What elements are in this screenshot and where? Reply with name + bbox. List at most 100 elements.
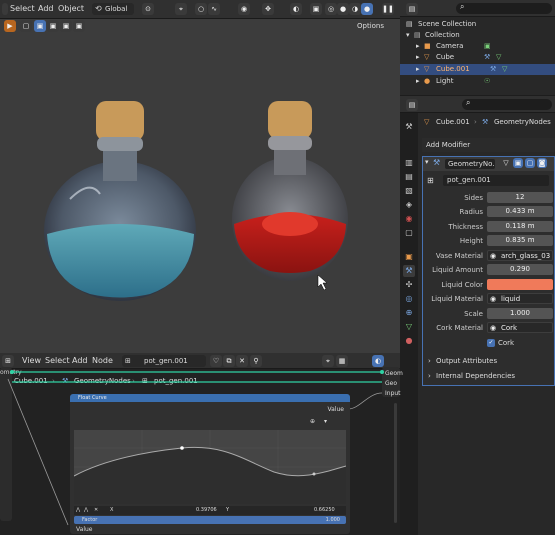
outliner-item-cube-001[interactable]: ▸ ▽ Cube.001 ⚒ ▽ [400, 64, 555, 75]
render-tab-icon[interactable]: ▥ [403, 157, 415, 169]
thickness-field[interactable]: 0.118 m [487, 221, 553, 232]
prop-row-liquid-color: Liquid Color [422, 279, 555, 291]
data-tab-icon[interactable]: ▽ [403, 321, 415, 333]
cork-checkbox[interactable]: ✓ [487, 339, 495, 347]
overlay-icon[interactable]: ◐ [290, 3, 302, 15]
delete-point-icon[interactable]: ✕ [94, 506, 98, 515]
shading-material-icon[interactable]: ◑ [349, 3, 361, 15]
physics-tab-icon[interactable]: ◎ [403, 293, 415, 305]
render-bottles [44, 101, 348, 301]
x-value[interactable]: 0.39706 [196, 506, 217, 515]
modifier-tab-icon[interactable]: ⚒ [403, 265, 415, 277]
sides-field[interactable]: 12 [487, 192, 553, 203]
edit-mode-toggle-icon[interactable]: ▽ [501, 158, 511, 168]
factor-slider[interactable]: Factor 1.000 [74, 516, 346, 524]
output-tab-icon[interactable]: ▤ [403, 171, 415, 183]
auto-handle-icon[interactable]: ⋀ [84, 506, 88, 515]
view-layer-tab-icon[interactable]: ▧ [403, 185, 415, 197]
vector-handle-icon[interactable]: ⋀ [76, 506, 80, 515]
gizmo-icon[interactable]: ✥ [262, 3, 274, 15]
cork-checkbox-row[interactable]: ✓ Cork [487, 337, 547, 349]
mesh-data-icon: ▽ [496, 53, 502, 61]
float-curve-header[interactable]: Float Curve [70, 394, 350, 402]
pivot-icon[interactable]: ⊙ [142, 3, 154, 15]
node-group-field[interactable]: pot_gen.001 [443, 175, 549, 186]
liquid-color-swatch[interactable] [487, 279, 553, 290]
float-curve-graph[interactable] [74, 430, 346, 504]
constraints-tab-icon[interactable]: ⊕ [403, 307, 415, 319]
cork-material-field[interactable]: ◉ Cork [487, 322, 553, 333]
curve-zoom-controls[interactable]: ⊕ ▾ [310, 418, 344, 426]
modifier-name-field[interactable]: GeometryNo... [445, 159, 495, 169]
right-bottle [232, 101, 348, 281]
properties-search-input[interactable]: ⌕ [462, 98, 552, 110]
properties-editor-type-icon[interactable]: ▤ [406, 99, 418, 111]
editor-type-icon[interactable] [2, 3, 8, 15]
menu-object[interactable]: Object [58, 4, 84, 13]
material-sphere-icon: ◉ [490, 324, 497, 332]
outliner-item-camera[interactable]: ▸ ■ Camera ▣ [400, 41, 555, 52]
shading-rendered-icon[interactable]: ● [361, 3, 373, 15]
3d-viewport[interactable]: ▶ ▢ ▣ ▣ ▣ ▣ Options [0, 19, 400, 353]
collapse-arrow-icon[interactable]: ▾ [425, 158, 429, 166]
radius-label: Radius [459, 208, 483, 216]
world-tab-icon[interactable]: ◉ [403, 213, 415, 225]
y-value[interactable]: 0.66250 [314, 506, 335, 515]
collection-tab-icon[interactable]: ▢ [403, 227, 415, 239]
outliner-item-light[interactable]: ▸ ● Light ☉ [400, 76, 555, 87]
transform-orientation-dropdown[interactable]: ⟲ Global [92, 3, 134, 15]
render-toggle-icon[interactable]: ◙ [537, 158, 547, 168]
liquid-material-label: Liquid Material [431, 295, 483, 303]
outliner-scene-collection[interactable]: ▤ Scene Collection [400, 19, 555, 30]
light-label: Light [436, 77, 454, 85]
scale-field[interactable]: 1.000 [487, 308, 553, 319]
menu-select[interactable]: Select [10, 4, 35, 13]
liquid-material-field[interactable]: ◉ liquid [487, 293, 553, 304]
node-editor[interactable]: ⊞ View Select Add Node ⊞ pot_gen.001 ♡ ⧉… [0, 353, 403, 535]
internal-dependencies-panel[interactable]: › Internal Dependencies [426, 370, 551, 382]
node-group-selector[interactable]: ⊞ pot_gen.001 [427, 175, 553, 187]
left-bottle [44, 101, 196, 301]
outliner-item-cube[interactable]: ▸ ▽ Cube ⚒ ▽ [400, 52, 555, 63]
pause-icon[interactable]: ❚❚ [382, 3, 394, 15]
cork-checkbox-label: Cork [498, 339, 515, 347]
radius-field[interactable]: 0.433 m [487, 206, 553, 217]
modifier-wrench-icon: ⚒ [490, 65, 497, 73]
vase-material-label: Vase Material [435, 252, 483, 260]
shading-solid-icon[interactable]: ● [337, 3, 349, 15]
float-curve-node[interactable]: Float Curve Value ⊕ ▾ ⋀ ⋀ ✕ X 0.39706 Y … [70, 394, 350, 534]
add-modifier-button[interactable]: Add Modifier [422, 138, 555, 152]
visibility-icon[interactable]: ◉ [238, 3, 250, 15]
vase-material-field[interactable]: ◉ arch_glass_03 [487, 250, 553, 261]
material-tab-icon[interactable]: ● [403, 335, 415, 347]
outliner-search-input[interactable]: ⌕ [456, 2, 552, 14]
proportional-edit-icon[interactable]: ○ [195, 3, 207, 15]
falloff-icon[interactable]: ∿ [208, 3, 220, 15]
modifier-name-text: GeometryNo... [448, 160, 495, 168]
menu-add[interactable]: Add [38, 4, 54, 13]
shading-wire-icon[interactable]: ◎ [325, 3, 337, 15]
outliner: ▤ ⌕ ▤ Scene Collection ▾ ▤ Collection ▸ … [400, 0, 555, 95]
prop-row-vase-material: Vase Material ◉ arch_glass_03 [422, 250, 555, 262]
modifier-wrench-icon: ⚒ [484, 53, 491, 61]
viewport-toggle-icon[interactable]: ▢ [525, 158, 535, 168]
x-label: X [110, 507, 114, 513]
snap-icon[interactable]: ⌖ [175, 3, 187, 15]
liquid-amount-field[interactable]: 0.290 [487, 264, 553, 275]
particles-tab-icon[interactable]: ✣ [403, 279, 415, 291]
chevron-down-icon[interactable]: ▾ [324, 418, 327, 425]
geometry-nodes-icon: ⚒ [482, 118, 489, 126]
node-editor-scrollbar[interactable] [394, 403, 397, 523]
liquid-amount-label: Liquid Amount [432, 266, 483, 274]
xray-icon[interactable]: ▣ [310, 3, 322, 15]
scene-tab-icon[interactable]: ◈ [403, 199, 415, 211]
zoom-icon[interactable]: ⊕ [310, 418, 315, 425]
output-attributes-panel[interactable]: › Output Attributes [426, 355, 551, 367]
object-tab-icon[interactable]: ▣ [403, 251, 415, 263]
scene-collection-label: Scene Collection [418, 20, 477, 28]
outliner-display-mode-icon[interactable]: ▤ [406, 3, 418, 15]
outliner-collection[interactable]: ▾ ▤ Collection [400, 30, 555, 41]
cage-toggle-icon[interactable]: ▣ [513, 158, 523, 168]
height-field[interactable]: 0.835 m [487, 235, 553, 246]
tool-tab-icon[interactable]: ⚒ [403, 121, 415, 133]
